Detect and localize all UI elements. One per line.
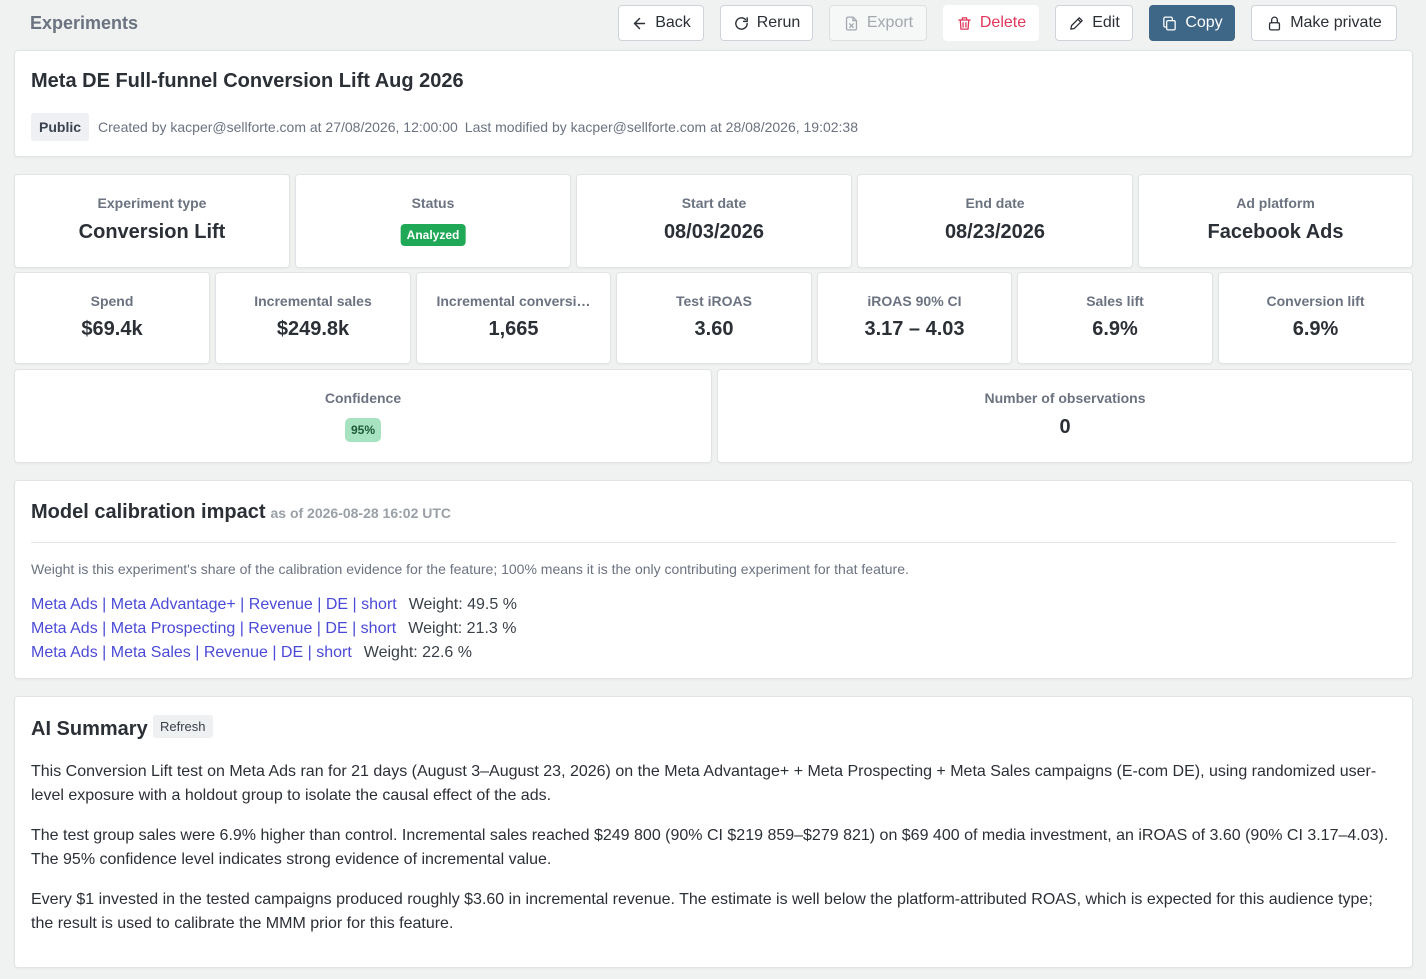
make-private-button[interactable]: Make private: [1251, 5, 1397, 41]
feature-link[interactable]: Meta Ads | Meta Sales | Revenue | DE | s…: [31, 644, 352, 662]
metric-label: Incremental conversi…: [436, 293, 591, 309]
confidence-label: Confidence: [324, 390, 402, 406]
rerun-button[interactable]: Rerun: [720, 5, 813, 41]
confidence-card: Confidence 95%: [14, 369, 712, 463]
status-badge: Analyzed: [400, 224, 466, 246]
summary-paragraph: This Conversion Lift test on Meta Ads ra…: [31, 763, 1377, 804]
copy-button[interactable]: Copy: [1149, 5, 1235, 41]
calibration-list: Meta Ads | Meta Advantage+ | Revenue | D…: [31, 593, 517, 665]
lock-icon: [1269, 16, 1281, 31]
visibility-badge: Public: [31, 113, 90, 141]
observations-card: Number of observations 0: [717, 369, 1413, 463]
start-date-label: Start date: [681, 195, 747, 211]
delete-button[interactable]: Delete: [943, 5, 1039, 41]
experiment-type-label: Experiment type: [97, 195, 207, 211]
end-date-label: End date: [965, 195, 1025, 211]
top-bar: Experiments Back Rerun Export Delete Edi…: [0, 0, 1426, 46]
calibration-as-of: as of 2026-08-28 16:02 UTC: [270, 505, 452, 521]
sales-lift-card: Sales lift 6.9%: [1017, 272, 1213, 364]
observations-value: 0: [1059, 416, 1071, 438]
created-info: Created by kacper@sellforte.com at 27/08…: [98, 119, 458, 135]
pencil-icon: [1070, 16, 1084, 30]
rerun-label: Rerun: [756, 14, 801, 31]
feature-weight: Weight: 22.6 %: [363, 644, 472, 661]
summary-paragraph: The test group sales were 6.9% higher th…: [31, 827, 1389, 868]
list-item: Meta Ads | Meta Sales | Revenue | DE | s…: [31, 641, 517, 665]
export-button[interactable]: Export: [829, 5, 927, 41]
ad-platform-label: Ad platform: [1236, 195, 1315, 211]
modified-info: Last modified by kacper@sellforte.com at…: [464, 119, 859, 135]
edit-button[interactable]: Edit: [1055, 5, 1133, 41]
metric-value: $69.4k: [81, 318, 143, 340]
ai-summary-card: AI Summary Refresh This Conversion Lift …: [14, 696, 1413, 968]
refresh-button[interactable]: Refresh: [153, 715, 213, 738]
incremental-conversions-card: Incremental conversi… 1,665: [416, 272, 611, 364]
calibration-title: Model calibration impact: [31, 501, 266, 523]
copy-label: Copy: [1185, 14, 1223, 31]
spend-card: Spend $69.4k: [14, 272, 210, 364]
iroas-ci-card: iROAS 90% CI 3.17 – 4.03: [817, 272, 1012, 364]
metric-label: Test iROAS: [676, 293, 752, 309]
metric-value: 3.60: [694, 318, 734, 340]
metric-label: Conversion lift: [1266, 293, 1365, 309]
list-item: Meta Ads | Meta Prospecting | Revenue | …: [31, 617, 517, 641]
metric-value: 1,665: [488, 318, 539, 340]
back-button[interactable]: Back: [618, 5, 704, 41]
calibration-card: Model calibration impact as of 2026-08-28…: [14, 480, 1413, 679]
metric-label: Incremental sales: [254, 293, 372, 309]
metric-value: 3.17 – 4.03: [864, 318, 965, 340]
metric-value: $249.8k: [276, 318, 350, 340]
calibration-heading: Model calibration impact as of 2026-08-28…: [31, 501, 451, 524]
observations-label: Number of observations: [984, 390, 1146, 406]
calibration-note: Weight is this experiment's share of the…: [31, 561, 909, 577]
delete-label: Delete: [979, 14, 1027, 31]
page-title: Experiments: [30, 13, 139, 33]
confidence-badge: 95%: [344, 418, 382, 442]
feature-link[interactable]: Meta Ads | Meta Advantage+ | Revenue | D…: [31, 596, 397, 614]
back-label: Back: [655, 14, 691, 31]
status-card: Status Analyzed: [295, 174, 571, 268]
trash-icon: [958, 16, 971, 30]
file-export-icon: [845, 15, 857, 31]
ad-platform-value: Facebook Ads: [1207, 221, 1344, 243]
rotate-icon: [734, 16, 748, 30]
end-date-value: 08/23/2026: [944, 221, 1046, 243]
metric-value: 6.9%: [1092, 318, 1138, 340]
start-date-card: Start date 08/03/2026: [576, 174, 852, 268]
divider: [31, 542, 1396, 543]
metric-label: Spend: [90, 293, 134, 309]
list-item: Meta Ads | Meta Advantage+ | Revenue | D…: [31, 593, 517, 617]
experiment-type-card: Experiment type Conversion Lift: [14, 174, 290, 268]
summary-paragraph: Every $1 invested in the tested campaign…: [31, 891, 1373, 932]
arrow-left-icon: [634, 17, 646, 29]
make-private-label: Make private: [1290, 14, 1382, 31]
experiment-header-card: Meta DE Full-funnel Conversion Lift Aug …: [14, 50, 1413, 157]
metric-label: iROAS 90% CI: [867, 293, 962, 309]
feature-weight: Weight: 21.3 %: [408, 620, 517, 637]
copy-icon: [1163, 15, 1177, 31]
export-label: Export: [866, 14, 914, 31]
feature-link[interactable]: Meta Ads | Meta Prospecting | Revenue | …: [31, 620, 396, 638]
feature-weight: Weight: 49.5 %: [408, 596, 517, 613]
conversion-lift-card: Conversion lift 6.9%: [1218, 272, 1413, 364]
start-date-value: 08/03/2026: [663, 221, 765, 243]
status-label: Status: [411, 195, 455, 211]
metric-label: Sales lift: [1086, 293, 1144, 309]
edit-label: Edit: [1092, 14, 1120, 31]
incremental-sales-card: Incremental sales $249.8k: [215, 272, 411, 364]
ad-platform-card: Ad platform Facebook Ads: [1138, 174, 1413, 268]
experiment-type-value: Conversion Lift: [78, 221, 226, 243]
test-iroas-card: Test iROAS 3.60: [616, 272, 812, 364]
experiment-meta: Public Created by kacper@sellforte.com a…: [31, 113, 859, 141]
ai-summary-title: AI Summary: [31, 718, 148, 740]
end-date-card: End date 08/23/2026: [857, 174, 1133, 268]
experiment-title: Meta DE Full-funnel Conversion Lift Aug …: [31, 70, 464, 92]
metric-value: 6.9%: [1292, 318, 1339, 340]
